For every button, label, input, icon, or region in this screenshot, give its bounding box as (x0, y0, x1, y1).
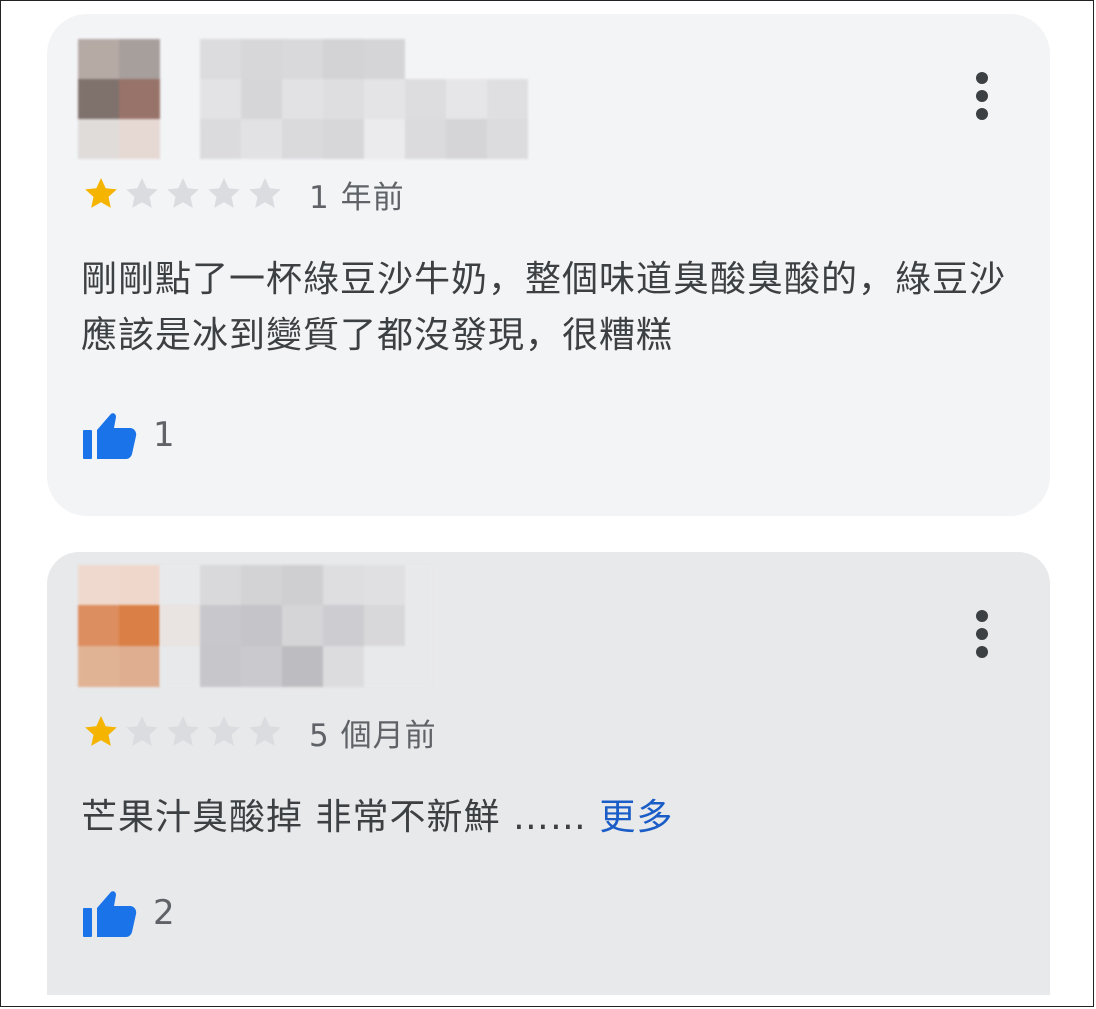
more-vert-icon (976, 72, 988, 84)
like-count: 2 (153, 893, 175, 933)
star-icon (249, 716, 281, 746)
review-time: 5 個月前 (309, 717, 437, 754)
thumbs-up-icon (83, 413, 137, 459)
review-text: 剛剛點了一杯綠豆沙牛奶，整個味道臭酸臭酸的，綠豆沙應該是冰到變質了都沒發現，很糟… (81, 252, 1010, 364)
review-time: 1 年前 (309, 179, 405, 216)
review-card: 5 個月前 芒果汁臭酸掉 非常不新鮮 …… 更多 2 (47, 552, 1050, 995)
reviewer-name (160, 565, 432, 687)
star-icon (126, 716, 158, 746)
more-options-button[interactable] (970, 610, 994, 658)
star-rating (81, 712, 285, 752)
review-card: 1 年前 剛剛點了一杯綠豆沙牛奶，整個味道臭酸臭酸的，綠豆沙應該是冰到變質了都沒… (47, 14, 1050, 516)
star-icon (126, 178, 158, 208)
star-icon (167, 178, 199, 208)
more-options-button[interactable] (970, 72, 994, 120)
more-link[interactable]: 更多 (599, 797, 673, 838)
more-vert-icon (976, 610, 988, 622)
star-icon (208, 716, 240, 746)
star-rating (81, 174, 285, 214)
rating-row: 5 個月前 (81, 712, 437, 754)
thumbs-up-icon (81, 409, 139, 461)
like-button[interactable]: 2 (81, 883, 175, 943)
thumbs-up-icon (81, 887, 139, 939)
star-icon (167, 716, 199, 746)
rating-row: 1 年前 (81, 174, 405, 216)
star-icon (85, 716, 117, 746)
review-body: 芒果汁臭酸掉 非常不新鮮 …… (81, 797, 587, 838)
reviewer-name (200, 39, 528, 159)
star-icon (85, 178, 117, 208)
star-icon (249, 178, 281, 208)
like-button[interactable]: 1 (81, 405, 175, 465)
star-icon (208, 178, 240, 208)
avatar (78, 565, 160, 687)
avatar (78, 39, 160, 159)
review-text: 芒果汁臭酸掉 非常不新鮮 …… 更多 (81, 790, 1010, 846)
like-count: 1 (153, 415, 175, 455)
thumbs-up-icon (83, 891, 137, 937)
review-body: 剛剛點了一杯綠豆沙牛奶，整個味道臭酸臭酸的，綠豆沙應該是冰到變質了都沒發現，很糟… (81, 259, 1007, 356)
